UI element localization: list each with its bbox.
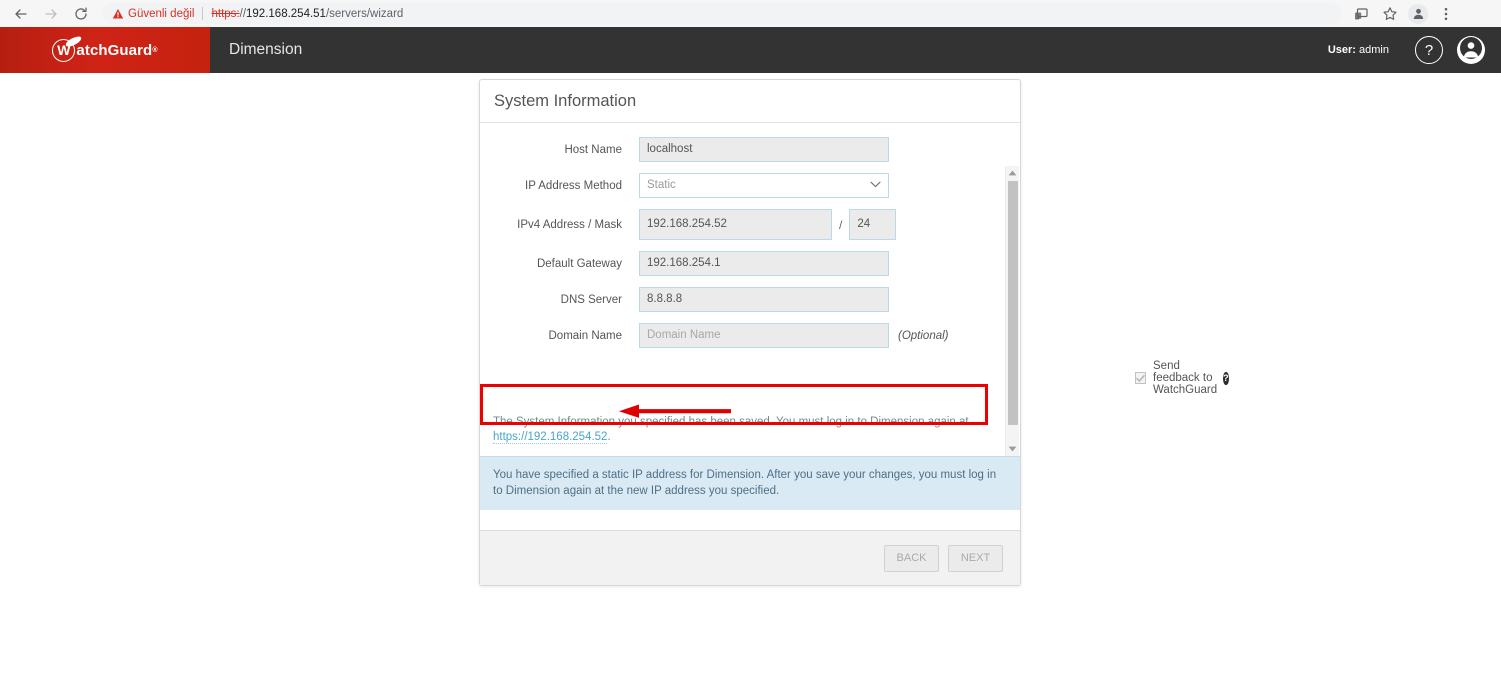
watchguard-logo-panel[interactable]: W atchGuard ® (0, 27, 210, 73)
user-avatar-icon (1460, 36, 1482, 64)
scrollbar-thumb[interactable] (1008, 181, 1018, 425)
warning-triangle-icon (112, 8, 124, 20)
form-row-domain-name: Domain Name Domain Name (Optional) (480, 323, 1020, 348)
scroll-down-arrow-icon[interactable] (1006, 442, 1019, 456)
reload-icon (73, 6, 89, 22)
form-row-host-name: Host Name localhost (480, 137, 1020, 162)
form-row-dns-server: DNS Server 8.8.8.8 (480, 287, 1020, 312)
ip-address-method-label: IP Address Method (525, 179, 622, 192)
watchguard-logo: W atchGuard ® (52, 34, 158, 62)
default-gateway-input[interactable]: 192.168.254.1 (639, 251, 889, 276)
header-actions: User: admin ? (1328, 36, 1501, 64)
url-host: 192.168.254.51 (246, 7, 326, 20)
form-row-ip-address-method: IP Address Method Static (480, 173, 1020, 198)
help-circle-icon[interactable]: ? (1223, 371, 1229, 385)
arrow-left-icon (13, 6, 29, 22)
ipv4-address-mask-label: IPv4 Address / Mask (517, 218, 622, 231)
ip-address-method-value: Static (647, 179, 676, 191)
card-title: System Information (480, 80, 1020, 123)
form-row-default-gateway: Default Gateway 192.168.254.1 (480, 251, 1020, 276)
address-bar[interactable]: Güvenli değil https://192.168.254.51/ser… (102, 3, 1342, 24)
form-scrollbar[interactable] (1005, 166, 1019, 456)
logo-registered-mark: ® (152, 46, 158, 54)
default-gateway-label: Default Gateway (536, 257, 622, 270)
user-label: User: (1327, 44, 1356, 56)
dns-server-input[interactable]: 8.8.8.8 (639, 287, 889, 312)
forward-button[interactable] (36, 1, 66, 27)
profile-avatar-icon[interactable] (1404, 1, 1432, 27)
browser-toolbar-actions (1348, 1, 1466, 27)
card-spacer (480, 510, 1020, 530)
send-feedback-checkbox[interactable] (1135, 372, 1146, 384)
browser-nav-buttons (0, 1, 96, 27)
static-ip-info-panel: You have specified a static IP address f… (480, 456, 1020, 510)
card-body: Host Name localhost IP Address Method St… (480, 123, 1229, 456)
profile-avatar-circle (1408, 3, 1428, 24)
user-info: User: admin (1328, 44, 1389, 56)
ipv4-mask-input[interactable]: 24 (849, 209, 897, 240)
card-footer: BACK NEXT (480, 530, 1020, 585)
checkmark-icon (1136, 374, 1145, 382)
security-status-label: Güvenli değil (128, 7, 195, 20)
domain-name-label: Domain Name (548, 329, 623, 342)
ipv4-address-input[interactable]: 192.168.254.52 (639, 209, 832, 240)
back-button-wizard[interactable]: BACK (884, 544, 939, 572)
form-row-ipv4-address-mask: IPv4 Address / Mask 192.168.254.52 / 24 (480, 209, 1020, 240)
question-mark-icon: ? (1424, 41, 1434, 59)
host-name-label: Host Name (564, 143, 622, 156)
url-path: /servers/wizard (325, 7, 404, 20)
send-feedback-row: Send feedback to WatchGuard ? (480, 360, 1229, 396)
host-name-input[interactable]: localhost (639, 137, 889, 162)
cast-icon[interactable] (1348, 1, 1376, 27)
ipv4-mask-separator: / (839, 217, 843, 232)
scroll-up-arrow-icon[interactable] (1006, 166, 1019, 180)
omnibox-divider (202, 7, 204, 20)
new-address-link[interactable]: https://192.168.254.52 (493, 431, 608, 444)
saved-message-period: . (607, 431, 611, 443)
app-title: Dimension (229, 41, 303, 58)
star-icon[interactable] (1376, 1, 1404, 27)
dns-server-label: DNS Server (560, 293, 622, 306)
domain-name-input[interactable]: Domain Name (639, 323, 889, 348)
next-button-wizard[interactable]: NEXT (948, 544, 1003, 572)
account-button[interactable] (1457, 36, 1485, 64)
back-button[interactable] (6, 1, 36, 27)
chevron-down-icon (870, 181, 881, 191)
saved-confirmation-message: The System Information you specified has… (480, 406, 1020, 456)
saved-message-text: The System Information you specified has… (493, 416, 969, 428)
system-information-card: System Information Host Name localhost I… (479, 79, 1229, 586)
reload-button[interactable] (66, 1, 96, 27)
help-button[interactable]: ? (1415, 36, 1443, 64)
url-scheme: https: (211, 7, 240, 20)
browser-toolbar: Güvenli değil https://192.168.254.51/ser… (0, 0, 1501, 27)
user-name: admin (1359, 44, 1389, 56)
send-feedback-label: Send feedback to WatchGuard (1153, 360, 1218, 396)
domain-name-optional-note: (Optional) (898, 329, 949, 342)
app-header: W atchGuard ® Dimension User: admin ? (0, 27, 1501, 73)
arrow-right-icon (43, 6, 59, 22)
url-text: https://192.168.254.51/servers/wizard (211, 8, 403, 20)
three-dots-menu-icon[interactable] (1432, 1, 1460, 27)
logo-wordmark: atchGuard (76, 41, 153, 59)
ip-address-method-select[interactable]: Static (639, 173, 889, 198)
watchguard-w-mark-icon: W (52, 34, 84, 62)
